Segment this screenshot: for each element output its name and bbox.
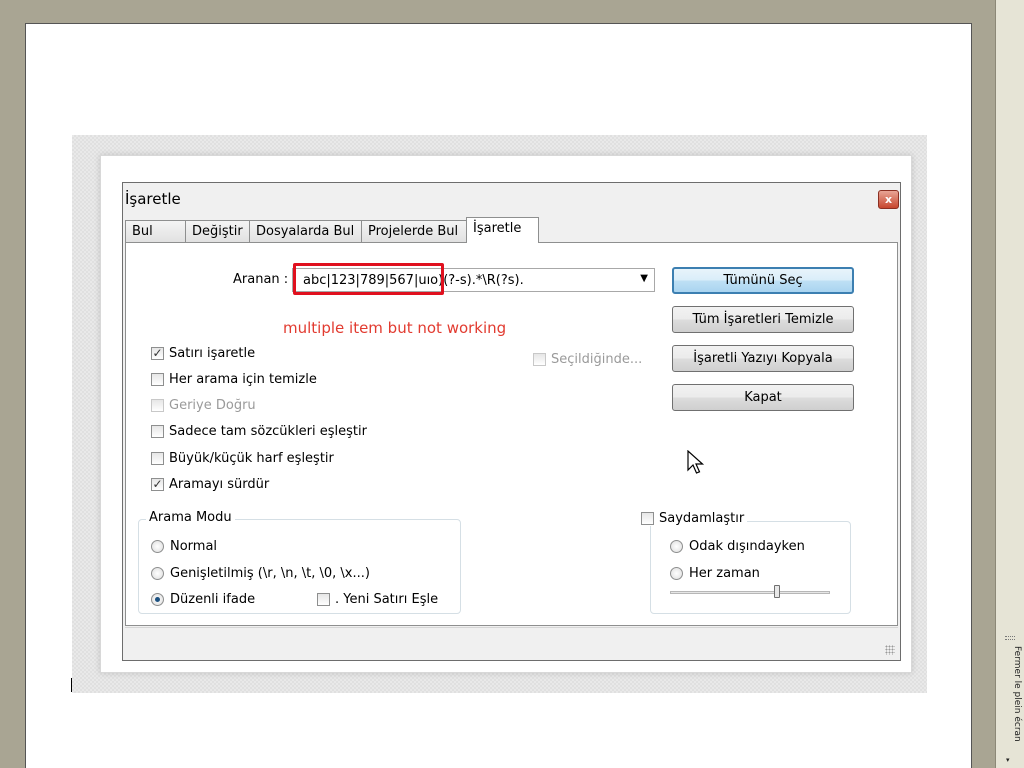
always-label: Her zaman [689,566,760,581]
checkbox-icon [151,399,164,412]
embedded-screenshot: İşaretle x Bul Değiştir Dosyalarda Bul P… [72,135,927,693]
clear-marks-button[interactable]: Tüm İşaretleri Temizle [672,306,854,333]
tab-mark[interactable]: İşaretle [466,217,539,243]
status-bar [125,627,898,658]
radio-icon [151,567,164,580]
regex-mode-radio[interactable]: Düzenli ifade [151,592,255,607]
close-button[interactable]: Kapat [672,384,854,411]
purge-checkbox[interactable]: Her arama için temizle [151,372,317,387]
transparency-slider[interactable] [670,591,830,594]
whole-word-label: Sadece tam sözcükleri eşleştir [169,424,367,439]
mouse-cursor-icon [687,450,705,474]
close-icon[interactable]: x [878,190,899,209]
checkmark-icon: ✓ [151,477,164,491]
radio-icon [151,540,164,553]
backward-label: Geriye Doğru [169,398,256,413]
radio-selected-icon [151,593,164,606]
dialog-title: İşaretle [125,190,181,208]
tab-find-in-projects[interactable]: Projelerde Bul [361,220,467,243]
transparency-label: Saydamlaştır [659,511,745,526]
dropdown-arrow-icon[interactable]: ▼ [640,273,648,284]
checkbox-icon [151,425,164,438]
highlight-box [293,263,444,295]
regex-mode-label: Düzenli ifade [170,592,256,607]
copy-marked-button[interactable]: İşaretli Yazıyı Kopyala [672,345,854,372]
tab-find-in-files[interactable]: Dosyalarda Bul [249,220,362,243]
screenshot-frame: İşaretle x Bul Değiştir Dosyalarda Bul P… [100,155,912,673]
search-label: Aranan : [233,272,289,287]
fullscreen-sidebar: Fermer le plein écran ▾ [995,0,1024,768]
extended-mode-label: Genişletilmiş (\r, \n, \t, \0, \x...) [170,566,370,581]
always-radio[interactable]: Her zaman [670,566,760,581]
select-all-button[interactable]: Tümünü Seç [672,267,854,294]
dialog-tabs: Bul Değiştir Dosyalarda Bul Projelerde B… [125,217,539,243]
wrap-label: Aramayı sürdür [169,477,270,492]
checkbox-icon [151,373,164,386]
chevron-down-icon[interactable]: ▾ [1006,756,1010,764]
transparency-checkbox[interactable]: Saydamlaştır [641,511,748,526]
resize-grip-icon[interactable] [885,645,895,655]
dot-newline-label: . Yeni Satırı Eşle [335,592,439,607]
checkbox-icon [151,452,164,465]
drag-grip-icon[interactable] [1005,636,1015,640]
checkbox-icon [533,353,546,366]
purge-label: Her arama için temizle [169,372,317,387]
match-case-label: Büyük/küçük harf eşleştir [169,451,334,466]
mark-dialog: İşaretle x Bul Değiştir Dosyalarda Bul P… [122,182,901,661]
backward-checkbox: Geriye Doğru [151,398,256,413]
on-losing-focus-label: Odak dışındayken [689,539,805,554]
mark-line-checkbox[interactable]: ✓ Satırı işaretle [151,346,255,361]
normal-mode-radio[interactable]: Normal [151,539,217,554]
radio-icon [670,540,683,553]
tab-replace[interactable]: Değiştir [185,220,250,243]
radio-icon [670,567,683,580]
normal-mode-label: Normal [170,539,218,554]
search-mode-label: Arama Modu [146,510,235,525]
extended-mode-radio[interactable]: Genişletilmiş (\r, \n, \t, \0, \x...) [151,566,370,581]
in-selection-label: Seçildiğinde... [551,352,643,367]
tab-content: Aranan : abc|123|789|567|uıo)(?-s).*\R(?… [125,242,898,626]
on-losing-focus-radio[interactable]: Odak dışındayken [670,539,805,554]
slider-thumb[interactable] [774,585,780,598]
in-selection-checkbox: Seçildiğinde... [533,352,642,367]
match-case-checkbox[interactable]: Büyük/küçük harf eşleştir [151,451,334,466]
checkmark-icon: ✓ [151,346,164,360]
annotation-text: multiple item but not working [283,319,507,337]
whole-word-checkbox[interactable]: Sadece tam sözcükleri eşleştir [151,424,367,439]
mark-line-label: Satırı işaretle [169,346,256,361]
dot-newline-checkbox[interactable]: . Yeni Satırı Eşle [317,592,438,607]
checkbox-icon [641,512,654,525]
tab-find[interactable]: Bul [125,220,186,243]
checkbox-icon [317,593,330,606]
dialog-titlebar: İşaretle x [123,183,900,216]
wrap-checkbox[interactable]: ✓ Aramayı sürdür [151,477,269,492]
exit-fullscreen-link[interactable]: Fermer le plein écran [998,646,1022,756]
